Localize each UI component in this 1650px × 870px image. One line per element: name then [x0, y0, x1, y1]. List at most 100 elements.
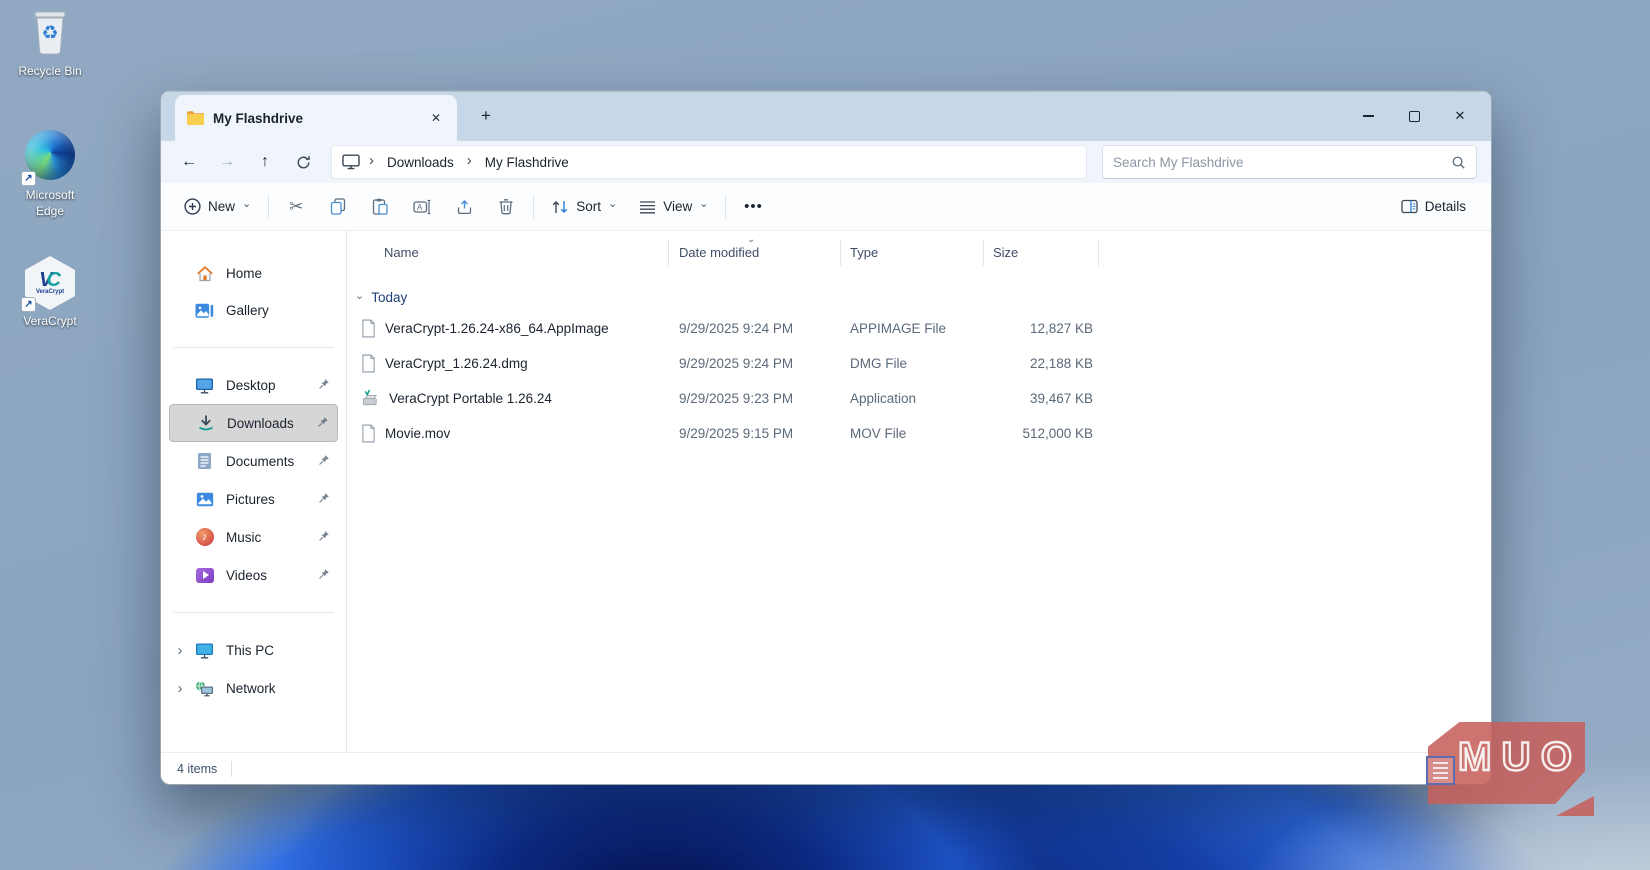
sidebar-item-downloads[interactable]: Downloads	[169, 404, 338, 442]
gallery-icon	[195, 301, 214, 320]
paste-button[interactable]	[359, 189, 401, 225]
file-row-movie[interactable]: Movie.mov 9/29/2025 9:15 PM MOV File 512…	[347, 416, 1491, 451]
copy-button[interactable]	[317, 189, 359, 225]
breadcrumb-chevron-icon: ›	[465, 153, 474, 171]
search-input[interactable]	[1113, 155, 1443, 170]
plus-circle-icon	[184, 198, 201, 215]
forward-button[interactable]: →	[209, 146, 245, 178]
chevron-down-icon: ⌄	[355, 289, 364, 302]
file-date: 9/29/2025 9:23 PM	[669, 391, 841, 406]
sidebar-item-music[interactable]: ♪ Music	[169, 518, 338, 556]
copy-icon	[330, 198, 346, 215]
search-box[interactable]	[1102, 145, 1477, 179]
desktop-icon-microsoft-edge[interactable]: ↗ Microsoft Edge	[8, 128, 92, 219]
group-label: Today	[371, 290, 407, 305]
sidebar-item-label: Music	[226, 530, 261, 545]
file-explorer-window: My Flashdrive ✕ + ✕ ← → ↑	[160, 90, 1492, 785]
chevron-right-icon[interactable]: ›	[173, 642, 187, 659]
file-row-dmg[interactable]: VeraCrypt_1.26.24.dmg 9/29/2025 9:24 PM …	[347, 346, 1491, 381]
up-button[interactable]: ↑	[247, 146, 283, 178]
file-name: VeraCrypt Portable 1.26.24	[389, 391, 552, 406]
column-header-type[interactable]: Type	[841, 240, 984, 266]
veracrypt-icon: VC VeraCrypt ↗	[23, 256, 77, 310]
file-row-veracrypt-portable[interactable]: VeraCrypt Portable 1.26.24 9/29/2025 9:2…	[347, 381, 1491, 416]
sidebar-item-videos[interactable]: Videos	[169, 556, 338, 594]
details-button[interactable]: Details	[1390, 189, 1477, 225]
refresh-button[interactable]	[285, 146, 321, 178]
breadcrumb-my-flashdrive[interactable]: My Flashdrive	[481, 153, 573, 172]
share-icon	[456, 199, 473, 215]
sort-button[interactable]: Sort ⌄	[540, 189, 628, 225]
desktop-icon-label: Recycle Bin	[8, 64, 92, 80]
sidebar-item-home[interactable]: Home	[169, 255, 338, 292]
search-icon	[1451, 155, 1466, 170]
sidebar-item-gallery[interactable]: Gallery	[169, 292, 338, 329]
pin-icon	[317, 416, 329, 431]
chevron-down-icon: ⌄	[608, 199, 617, 210]
network-icon	[195, 679, 214, 698]
command-bar: New ⌄ ✂ A	[161, 183, 1491, 231]
file-date: 9/29/2025 9:24 PM	[669, 356, 841, 371]
pin-icon	[318, 530, 330, 545]
refresh-icon	[296, 155, 311, 170]
file-size: 22,188 KB	[984, 356, 1099, 371]
maximize-button[interactable]	[1391, 98, 1437, 134]
chevron-down-icon: ⌄	[699, 199, 708, 210]
sidebar-item-pictures[interactable]: Pictures	[169, 480, 338, 518]
sidebar-item-this-pc[interactable]: › This PC	[169, 631, 338, 669]
sidebar-item-documents[interactable]: Documents	[169, 442, 338, 480]
group-header-today[interactable]: ⌄ Today	[355, 283, 1491, 311]
more-options-button[interactable]: •••	[732, 189, 774, 225]
chevron-down-icon: ⌄	[242, 199, 251, 210]
close-button[interactable]: ✕	[1437, 98, 1483, 134]
sidebar-item-desktop[interactable]: Desktop	[169, 366, 338, 404]
tab-title: My Flashdrive	[213, 111, 416, 126]
paste-icon	[372, 198, 388, 215]
sidebar-item-label: Pictures	[226, 492, 275, 507]
tab-close-button[interactable]: ✕	[425, 107, 447, 129]
new-tab-button[interactable]: +	[473, 104, 499, 130]
chevron-right-icon[interactable]: ›	[173, 680, 187, 697]
file-row-appimage[interactable]: VeraCrypt-1.26.24-x86_64.AppImage 9/29/2…	[347, 311, 1491, 346]
column-header-date-modified[interactable]: ⌄ Date modified	[669, 240, 841, 266]
column-header-size[interactable]: Size	[984, 240, 1099, 266]
sidebar-item-label: Desktop	[226, 378, 276, 393]
back-button[interactable]: ←	[171, 146, 207, 178]
svg-text:A: A	[417, 202, 423, 211]
desktop-icon-veracrypt[interactable]: VC VeraCrypt ↗ VeraCrypt	[8, 256, 92, 330]
cut-button[interactable]: ✂	[275, 189, 317, 225]
rename-icon: A	[413, 199, 431, 215]
delete-button[interactable]	[485, 189, 527, 225]
minimize-button[interactable]	[1345, 98, 1391, 134]
desktop-folder-icon	[195, 376, 214, 395]
file-size: 39,467 KB	[984, 391, 1099, 406]
explorer-tab[interactable]: My Flashdrive ✕	[175, 95, 457, 141]
rename-button[interactable]: A	[401, 189, 443, 225]
recycle-bin-icon: ♻	[23, 6, 77, 60]
sidebar-item-label: Gallery	[226, 303, 269, 318]
breadcrumb-downloads[interactable]: Downloads	[383, 153, 458, 172]
desktop-icon-recycle-bin[interactable]: ♻ Recycle Bin	[8, 6, 92, 80]
file-icon	[361, 319, 376, 338]
new-button[interactable]: New ⌄	[173, 189, 262, 225]
column-header-name[interactable]: Name	[347, 240, 669, 266]
address-bar[interactable]: › Downloads › My Flashdrive	[331, 145, 1087, 179]
sidebar-item-label: Home	[226, 266, 262, 281]
view-button[interactable]: View ⌄	[628, 189, 719, 225]
folder-icon	[187, 111, 204, 125]
sidebar-separator	[173, 612, 334, 613]
toolbar-separator	[268, 195, 269, 219]
sidebar-item-network[interactable]: › Network	[169, 669, 338, 707]
application-icon	[361, 389, 380, 408]
cut-icon: ✂	[289, 197, 303, 217]
monitor-icon	[342, 154, 360, 170]
address-toolbar: ← → ↑ › Downloads › My Flashd	[161, 141, 1491, 183]
shortcut-arrow-icon: ↗	[21, 297, 36, 312]
share-button[interactable]	[443, 189, 485, 225]
minimize-icon	[1363, 115, 1374, 117]
file-size: 512,000 KB	[984, 426, 1099, 441]
navigation-pane: Home Gallery	[161, 231, 347, 752]
breadcrumb-chevron-icon: ›	[367, 153, 376, 171]
file-name: VeraCrypt-1.26.24-x86_64.AppImage	[385, 321, 609, 336]
column-headers: Name ⌄ Date modified Type Size	[347, 231, 1491, 275]
